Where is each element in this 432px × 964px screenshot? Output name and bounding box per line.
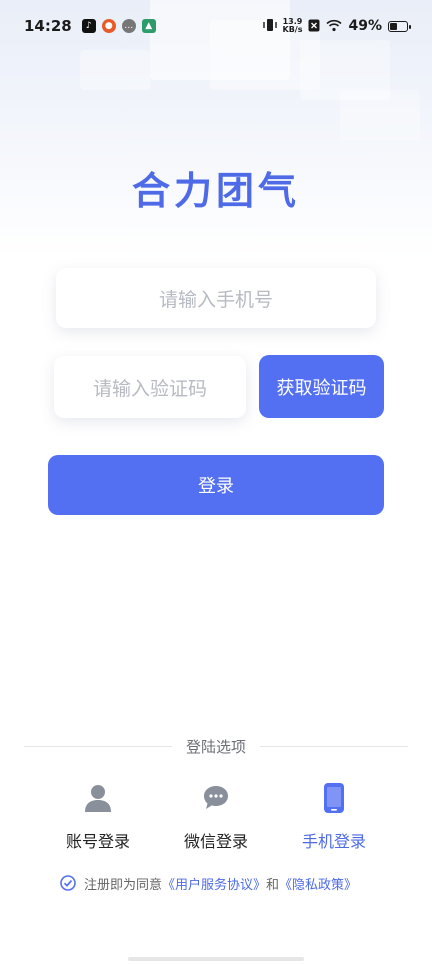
phone-input[interactable]: 请输入手机号 <box>56 268 376 328</box>
wifi-icon <box>326 17 343 36</box>
chat-bubble-icon <box>201 780 231 816</box>
code-input[interactable]: 请输入验证码 <box>54 356 246 418</box>
agreement-and: 和 <box>266 877 280 893</box>
option-account-label: 账号登录 <box>65 832 130 851</box>
agreement-checkbox[interactable] <box>60 875 76 891</box>
options-title: 登陆选项 <box>186 737 247 756</box>
option-phone-login[interactable]: 手机登录 <box>274 780 394 852</box>
battery-icon <box>388 20 411 32</box>
app-title: 合力团气 <box>131 169 300 213</box>
agreement: 注册即为同意 《用户服务协议》 和 《隐私政策》 <box>60 872 357 894</box>
option-phone-label: 手机登录 <box>301 832 366 851</box>
check-circle-icon <box>60 875 76 891</box>
wechat-icon: … <box>121 19 136 33</box>
phone-input-placeholder: 请输入手机号 <box>158 288 273 311</box>
get-code-button[interactable]: 获取验证码 <box>259 355 384 418</box>
weibo-icon: ● <box>101 19 116 33</box>
privacy-link[interactable]: 《隐私政策》 <box>279 874 357 893</box>
user-icon <box>83 780 113 816</box>
net-speed-unit: KB/s <box>282 25 303 34</box>
login-button[interactable]: 登录 <box>48 455 384 515</box>
divider-line-left <box>24 745 172 747</box>
option-wechat-login[interactable]: 微信登录 <box>156 780 276 852</box>
option-account-login[interactable]: 账号登录 <box>38 780 158 852</box>
divider-line-right <box>260 745 409 747</box>
option-wechat-label: 微信登录 <box>183 832 248 851</box>
login-options: 账号登录 微信登录 手机登录 <box>0 780 432 852</box>
status-bar: 14:28 ♪ ● … ▲ 13.9 KB/s 49% <box>0 0 432 52</box>
sim-off-icon <box>308 17 320 36</box>
phone-icon <box>323 780 345 816</box>
terms-link[interactable]: 《用户服务协议》 <box>162 874 266 893</box>
vibrate-icon <box>262 17 277 36</box>
status-time: 14:28 <box>24 17 72 35</box>
code-input-placeholder: 请输入验证码 <box>92 377 207 400</box>
agreement-prefix: 注册即为同意 <box>84 877 163 893</box>
home-indicator[interactable] <box>128 957 304 961</box>
tiktok-icon: ♪ <box>81 19 96 33</box>
options-divider: 登陆选项 <box>24 736 409 756</box>
app-icon: ▲ <box>141 19 156 33</box>
battery-percent: 49% <box>348 18 382 34</box>
net-speed: 13.9 KB/s <box>283 18 303 34</box>
